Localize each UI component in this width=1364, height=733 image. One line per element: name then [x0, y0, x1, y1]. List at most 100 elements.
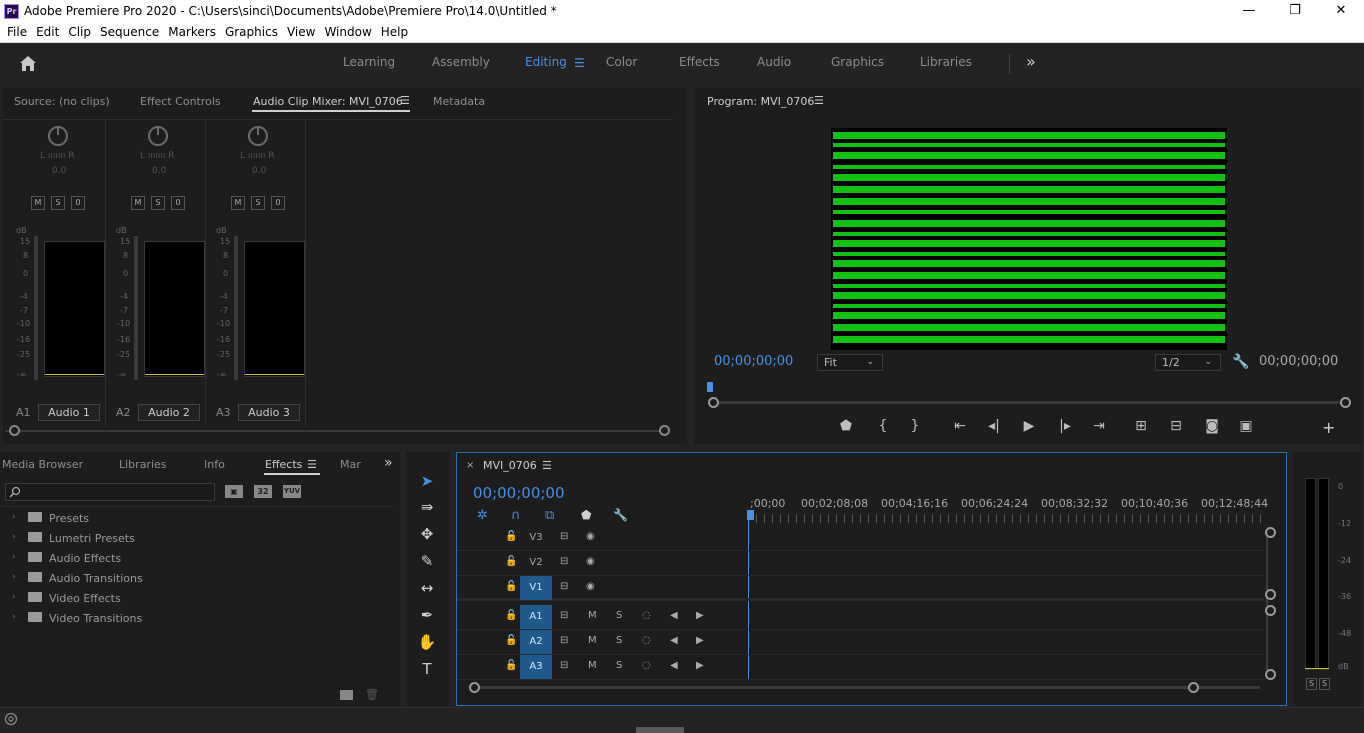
panel-menu-icon[interactable]: ☰	[814, 94, 824, 107]
workspace-editing[interactable]: Editing	[525, 55, 567, 69]
tab-info[interactable]: Info	[204, 458, 225, 471]
track-label[interactable]: A3	[520, 655, 552, 679]
go-to-in-icon[interactable]: ⇤	[950, 418, 970, 434]
32bit-filter-icon[interactable]: 32	[254, 485, 272, 498]
workspace-assembly[interactable]: Assembly	[432, 55, 490, 69]
lock-icon[interactable]: 🔓	[505, 635, 517, 646]
record-button[interactable]: 0	[71, 196, 85, 210]
menu-markers[interactable]: Markers	[164, 23, 220, 39]
solo-right-button[interactable]: S	[1319, 678, 1330, 690]
delete-trash-icon[interactable]: 🗑	[365, 688, 379, 701]
solo-track-button[interactable]: S	[616, 635, 622, 646]
lock-icon[interactable]: 🔓	[505, 556, 517, 567]
volume-fader[interactable]	[134, 236, 138, 380]
mute-button[interactable]: M	[231, 196, 245, 210]
eye-icon[interactable]: ◉	[586, 581, 595, 592]
play-icon[interactable]: ▶	[1019, 418, 1039, 434]
yuv-filter-icon[interactable]: YUV	[283, 485, 301, 498]
vscroll-handle[interactable]	[1265, 669, 1276, 680]
hand-tool-icon[interactable]: ✋	[416, 631, 438, 653]
nest-toggle-icon[interactable]: ✲	[477, 508, 488, 523]
hscroll-handle-right[interactable]	[1188, 682, 1199, 693]
insert-icon[interactable]: ⊞	[1131, 418, 1151, 434]
effects-folder-audio-transitions[interactable]: › Audio Transitions	[12, 568, 392, 588]
solo-track-button[interactable]: S	[616, 610, 622, 621]
mixer-scrollbar[interactable]	[5, 430, 669, 432]
vscroll-handle[interactable]	[1265, 527, 1276, 538]
track-label[interactable]: V3	[520, 526, 552, 550]
vscroll-handle[interactable]	[1265, 605, 1276, 616]
slip-tool-icon[interactable]: ↔	[416, 577, 438, 599]
mute-track-button[interactable]: M	[588, 635, 597, 646]
voiceover-icon[interactable]: ◌	[642, 635, 651, 646]
restore-button[interactable]: ❐	[1272, 0, 1318, 23]
workspace-audio[interactable]: Audio	[757, 55, 791, 69]
tab-effects[interactable]: Effects	[265, 458, 302, 471]
overwrite-icon[interactable]: ⊟	[1166, 418, 1186, 434]
add-marker-icon[interactable]: ⬟	[836, 418, 856, 434]
solo-track-button[interactable]: S	[616, 660, 622, 671]
track-select-tool-icon[interactable]: ⇛	[416, 496, 438, 518]
volume-fader[interactable]	[234, 236, 238, 380]
menu-help[interactable]: Help	[377, 23, 412, 39]
effects-folder-video-effects[interactable]: › Video Effects	[12, 588, 392, 608]
tab-markers[interactable]: Mar	[340, 458, 361, 471]
zoom-scroll-handle-right[interactable]	[1340, 397, 1351, 408]
playhead-marker[interactable]	[707, 382, 713, 392]
menu-view[interactable]: View	[283, 23, 319, 39]
new-folder-icon[interactable]	[340, 690, 353, 700]
resolution-select[interactable]: 1/2 ⌄	[1155, 354, 1221, 371]
effects-folder-audio-effects[interactable]: › Audio Effects	[12, 548, 392, 568]
panel-menu-icon[interactable]: ☰	[400, 94, 410, 107]
effects-folder-presets[interactable]: › Presets	[12, 508, 392, 528]
mute-track-button[interactable]: M	[588, 660, 597, 671]
pan-knob-icon[interactable]	[148, 126, 168, 146]
prev-keyframe-icon[interactable]: ◀	[670, 635, 678, 646]
lock-icon[interactable]: 🔓	[505, 610, 517, 621]
wrench-settings-icon[interactable]: 🔧	[1232, 354, 1249, 370]
wrench-settings-icon[interactable]: 🔧	[613, 508, 628, 522]
lock-icon[interactable]: 🔓	[505, 581, 517, 592]
menu-clip[interactable]: Clip	[64, 23, 95, 39]
mark-out-icon[interactable]: }	[905, 418, 925, 434]
tab-media-browser[interactable]: Media Browser	[2, 458, 83, 471]
pan-value[interactable]: 0.0	[152, 166, 166, 176]
menu-graphics[interactable]: Graphics	[221, 23, 282, 39]
sync-lock-icon[interactable]: ⊟	[560, 610, 568, 621]
eye-icon[interactable]: ◉	[586, 531, 595, 542]
workspace-graphics[interactable]: Graphics	[831, 55, 884, 69]
comparison-view-icon[interactable]: ▣	[1236, 418, 1256, 434]
home-icon[interactable]	[19, 55, 37, 72]
mark-in-icon[interactable]: {	[873, 418, 893, 434]
export-frame-icon[interactable]: ◙	[1202, 418, 1222, 434]
lock-icon[interactable]: 🔓	[505, 531, 517, 542]
track-label[interactable]: V1	[520, 576, 552, 600]
lock-icon[interactable]: 🔓	[505, 660, 517, 671]
workspace-libraries[interactable]: Libraries	[920, 55, 972, 69]
pen-tool-icon[interactable]: ✒	[416, 604, 438, 626]
tab-source[interactable]: Source: (no clips)	[14, 95, 110, 108]
next-keyframe-icon[interactable]: ▶	[696, 635, 704, 646]
effects-folder-video-transitions[interactable]: › Video Transitions	[12, 608, 392, 628]
panel-menu-icon[interactable]: ☰	[542, 459, 552, 472]
program-video-frame[interactable]	[831, 128, 1227, 350]
timeline-vertical-scrollbar[interactable]	[1266, 532, 1268, 676]
track-label[interactable]: V2	[520, 551, 552, 575]
sync-lock-icon[interactable]: ⊟	[560, 660, 568, 671]
pan-knob-icon[interactable]	[248, 126, 268, 146]
minimize-button[interactable]: —	[1226, 0, 1272, 23]
mixer-scroll-handle-left[interactable]	[9, 425, 20, 436]
more-tabs-icon[interactable]: »	[384, 455, 393, 471]
step-forward-icon[interactable]: |▸	[1055, 418, 1075, 434]
sync-lock-icon[interactable]: ⊟	[560, 635, 568, 646]
panel-menu-icon[interactable]: ☰	[307, 458, 317, 471]
voiceover-icon[interactable]: ◌	[642, 660, 651, 671]
voiceover-icon[interactable]: ◌	[642, 610, 651, 621]
workspace-menu-icon[interactable]: ☰	[574, 56, 585, 70]
workspace-learning[interactable]: Learning	[343, 55, 395, 69]
sync-lock-icon[interactable]: ⊟	[560, 581, 568, 592]
close-sequence-icon[interactable]: ×	[466, 460, 474, 471]
tab-metadata[interactable]: Metadata	[433, 95, 485, 108]
tab-audio-clip-mixer[interactable]: Audio Clip Mixer: MVI_0706	[253, 95, 403, 108]
timeline-horizontal-scrollbar[interactable]	[474, 686, 1260, 689]
